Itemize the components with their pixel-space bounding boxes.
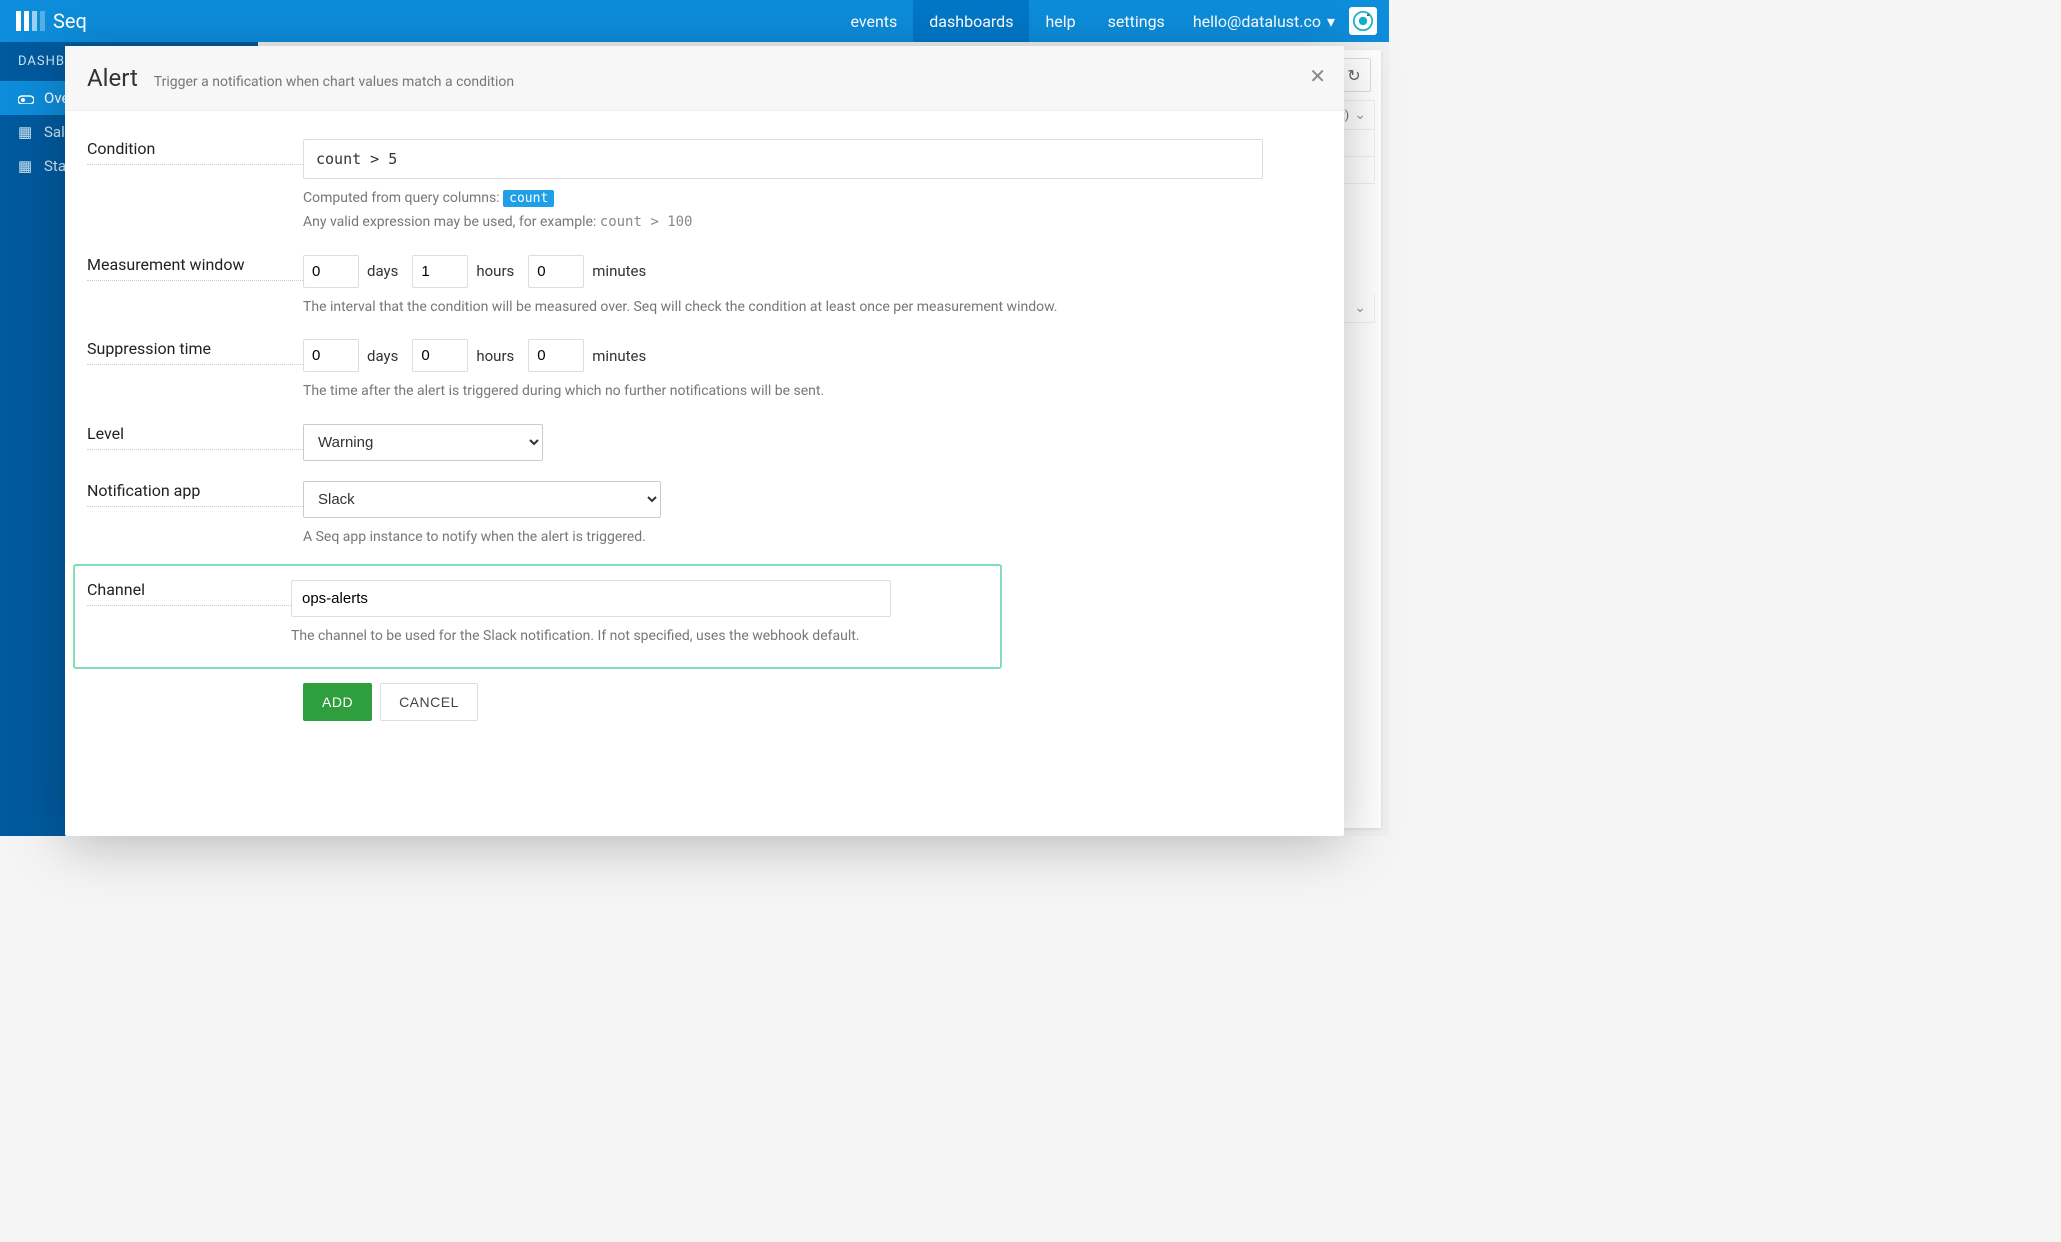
row-condition: Condition Computed from query columns: c…	[87, 129, 1322, 245]
suppression-hint: The time after the alert is triggered du…	[303, 380, 1263, 404]
close-icon[interactable]: ✕	[1309, 64, 1326, 88]
nav-events[interactable]: events	[834, 0, 913, 42]
add-button[interactable]: ADD	[303, 683, 372, 721]
logo-text: Seq	[53, 9, 87, 33]
label-level: Level	[87, 424, 303, 450]
unit-minutes: minutes	[592, 347, 646, 365]
modal-subtitle: Trigger a notification when chart values…	[154, 74, 514, 90]
channel-hint: The channel to be used for the Slack not…	[291, 625, 988, 649]
label-measurement: Measurement window	[87, 255, 303, 281]
row-level: Level Warning	[87, 414, 1322, 471]
row-app: Notification app Slack A Seq app instanc…	[87, 471, 1322, 560]
unit-hours: hours	[476, 347, 514, 365]
label-channel: Channel	[87, 580, 291, 606]
condition-hint: Computed from query columns: count Any v…	[303, 187, 1263, 235]
modal-body: Condition Computed from query columns: c…	[65, 111, 1344, 743]
level-select[interactable]: Warning	[303, 424, 543, 461]
unit-minutes: minutes	[592, 262, 646, 280]
unit-days: days	[367, 347, 398, 365]
topnav: events dashboards help settings hello@da…	[834, 0, 1389, 42]
row-channel: Channel The channel to be used for the S…	[87, 576, 988, 653]
chevron-down-icon: ⌄	[1354, 300, 1366, 316]
nav-help[interactable]: help	[1029, 0, 1091, 42]
logo-bars-icon	[16, 11, 45, 31]
channel-highlight: Channel The channel to be used for the S…	[73, 564, 1002, 669]
dashboard-icon	[18, 92, 34, 104]
modal-title: Alert	[87, 64, 138, 92]
label-suppression: Suppression time	[87, 339, 303, 365]
chevron-down-icon: ⌄	[1354, 107, 1366, 123]
suppression-minutes-input[interactable]	[528, 339, 584, 372]
measurement-hours-input[interactable]	[412, 255, 468, 288]
modal-header: Alert Trigger a notification when chart …	[65, 46, 1344, 111]
suppression-days-input[interactable]	[303, 339, 359, 372]
measurement-minutes-input[interactable]	[528, 255, 584, 288]
user-email: hello@datalust.co	[1193, 12, 1321, 31]
hint-text: Computed from query columns:	[303, 190, 503, 206]
nav-dashboards[interactable]: dashboards	[913, 0, 1029, 42]
condition-input[interactable]	[303, 139, 1263, 179]
hint-example: count > 100	[600, 214, 693, 230]
caret-down-icon: ▾	[1327, 12, 1335, 31]
reload-icon: ↻	[1347, 66, 1360, 85]
grid-icon: ▦	[18, 157, 34, 175]
column-tag: count	[503, 190, 554, 207]
hint-text: Any valid expression may be used, for ex…	[303, 214, 600, 230]
topbar: Seq events dashboards help settings hell…	[0, 0, 1389, 42]
row-measurement: Measurement window days hours minutes Th…	[87, 245, 1322, 330]
unit-hours: hours	[476, 262, 514, 280]
logo[interactable]: Seq	[0, 9, 103, 33]
nav-settings[interactable]: settings	[1092, 0, 1181, 42]
label-condition: Condition	[87, 139, 303, 165]
label-app: Notification app	[87, 481, 303, 507]
notification-app-select[interactable]: Slack	[303, 481, 661, 518]
measurement-days-input[interactable]	[303, 255, 359, 288]
unit-days: days	[367, 262, 398, 280]
cancel-button[interactable]: CANCEL	[380, 683, 478, 721]
modal-backdrop: Alert Trigger a notification when chart …	[60, 46, 1349, 836]
channel-input[interactable]	[291, 580, 891, 617]
alert-modal: Alert Trigger a notification when chart …	[65, 46, 1344, 836]
app-hint: A Seq app instance to notify when the al…	[303, 526, 1263, 550]
measurement-hint: The interval that the condition will be …	[303, 296, 1263, 320]
button-row: ADD CANCEL	[87, 683, 1322, 721]
user-menu[interactable]: hello@datalust.co ▾	[1181, 0, 1389, 42]
grid-icon: ▦	[18, 123, 34, 141]
avatar	[1349, 7, 1377, 35]
row-suppression: Suppression time days hours minutes The …	[87, 329, 1322, 414]
suppression-hours-input[interactable]	[412, 339, 468, 372]
